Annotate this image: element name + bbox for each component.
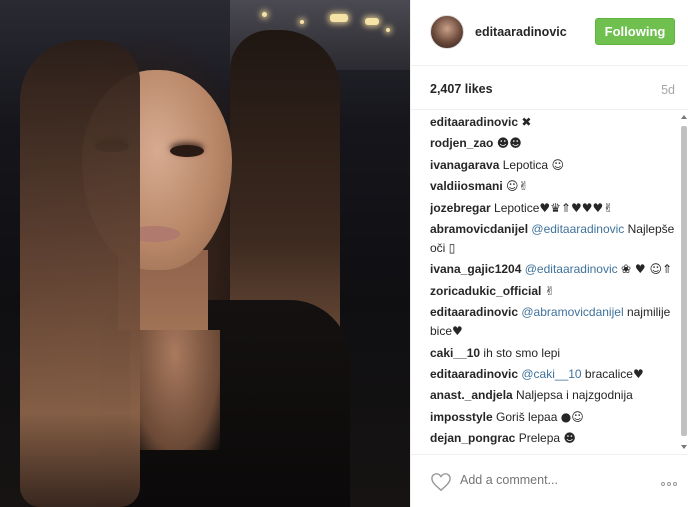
comment-username[interactable]: anast._andjela (430, 388, 513, 402)
comment-item: rodjen_zao ☻☻ (430, 134, 675, 155)
comment-username[interactable]: rodjen_zao (430, 136, 493, 150)
comment-username[interactable]: ivanagarava (430, 158, 499, 172)
comment-item: dejan_pongrac Prelepa ☻ (430, 429, 675, 450)
comment-footer (411, 454, 688, 507)
comment-list: editaaradinovic ✖ rodjen_zao ☻☻ ivanagarav… (430, 113, 675, 453)
comment-text: Lepotice (490, 200, 540, 215)
more-options-icon[interactable] (659, 479, 677, 488)
comment-emoji: ☺✌ (506, 179, 529, 194)
comment-item: editaaradinovic ✖ (430, 113, 675, 134)
comment-emoji: ☻ (563, 431, 576, 446)
comment-username[interactable]: zoricadukic_official (430, 284, 541, 298)
comment-username[interactable]: editaaradinovic (430, 367, 518, 381)
comment-emoji: ❀ ♥ ☺⇑ (621, 262, 673, 277)
comment-username[interactable]: editaaradinovic (430, 305, 518, 319)
comment-text: bracalice (581, 366, 633, 381)
scrollbar[interactable] (681, 112, 687, 452)
hair (20, 40, 140, 507)
scroll-thumb[interactable] (681, 126, 687, 436)
city-light (330, 14, 348, 22)
comment-username[interactable]: abramovicdanijel (430, 222, 528, 236)
comment-emoji: ●☺ (560, 409, 584, 424)
comment-mention[interactable]: @editaaradinovic (531, 222, 624, 236)
comment-item: valdiiosmani ☺✌ (430, 177, 675, 198)
following-button[interactable]: Following (595, 18, 675, 45)
comment-emoji: ♥ (452, 324, 463, 339)
comment-mention[interactable]: @caki__10 (521, 367, 581, 381)
comment-mention[interactable]: @editaaradinovic (525, 262, 618, 276)
comment-text: Lepotica (499, 157, 552, 172)
comment-emoji: ✖ (521, 115, 532, 129)
comment-item: caki__10 ih sto smo lepi (430, 344, 675, 365)
comment-emoji: ☻☻ (496, 136, 522, 151)
post-photo[interactable] (0, 0, 410, 507)
heart-outline-icon[interactable] (430, 472, 452, 492)
comment-emoji: ♥♛⇑♥♥♥✌ (539, 200, 614, 215)
comment-username[interactable]: caki__10 (430, 346, 480, 360)
likes-count[interactable]: 2,407 likes (430, 82, 493, 96)
city-light (262, 12, 267, 17)
eye (170, 145, 204, 157)
comment-username[interactable]: valdiiosmani (430, 179, 503, 193)
post-time[interactable]: 5d (661, 83, 675, 97)
comment-username[interactable]: imposstyle (430, 410, 493, 424)
comment-username[interactable]: editaaradinovic (430, 115, 518, 129)
username[interactable]: editaaradinovic (475, 25, 567, 39)
comment-mention[interactable]: @abramovicdanijel (521, 305, 623, 319)
scroll-down-arrow-icon[interactable] (681, 445, 687, 449)
comment-item: ivana_gajic1204 @editaaradinovic ❀ ♥ ☺⇑ (430, 260, 675, 281)
comment-text: ih sto smo lepi (480, 345, 561, 360)
city-light (300, 20, 304, 24)
comment-username[interactable]: dejan_pongrac (430, 431, 515, 445)
comment-item: imposstyle Goriš lepaa ●☺ (430, 408, 675, 429)
comment-item: zoricadukic_official ✌ (430, 282, 675, 303)
comment-text: Prelepa (515, 431, 564, 446)
comment-username[interactable]: jozebregar (430, 201, 491, 215)
comment-emoji: ♥ (632, 366, 644, 381)
comment-item: anast._andjela Naljepsa i najzgodnija (430, 386, 675, 407)
likes-row: 2,407 likes 5d (411, 66, 688, 110)
post-header: editaaradinovic Following (411, 0, 688, 66)
comment-item: abramovicdanijel @editaaradinovic Najlep… (430, 220, 675, 260)
comment-item: jozebregar Lepotice♥♛⇑♥♥♥✌ (430, 199, 675, 220)
comment-item: ivanagarava Lepotica ☺ (430, 156, 675, 177)
comment-username[interactable]: ivana_gajic1204 (430, 262, 521, 276)
comment-emoji: ▯ (448, 240, 456, 255)
comment-item: editaaradinovic @caki__10 bracalice♥ (430, 365, 675, 386)
city-light (386, 28, 390, 32)
avatar[interactable] (430, 15, 464, 49)
add-comment-input[interactable] (460, 473, 640, 487)
scroll-up-arrow-icon[interactable] (681, 115, 687, 119)
post-sidebar: editaaradinovic Following 2,407 likes 5d… (410, 0, 688, 507)
chest (130, 330, 220, 450)
comment-item: editaaradinovic @abramovicdanijel najmil… (430, 303, 675, 343)
comment-text: Naljepsa i najzgodnija (512, 388, 633, 403)
comment-emoji: ☺ (551, 157, 564, 172)
comment-text: Goriš lepaa (492, 409, 561, 424)
comment-emoji: ✌ (544, 283, 555, 298)
city-light (365, 18, 379, 25)
